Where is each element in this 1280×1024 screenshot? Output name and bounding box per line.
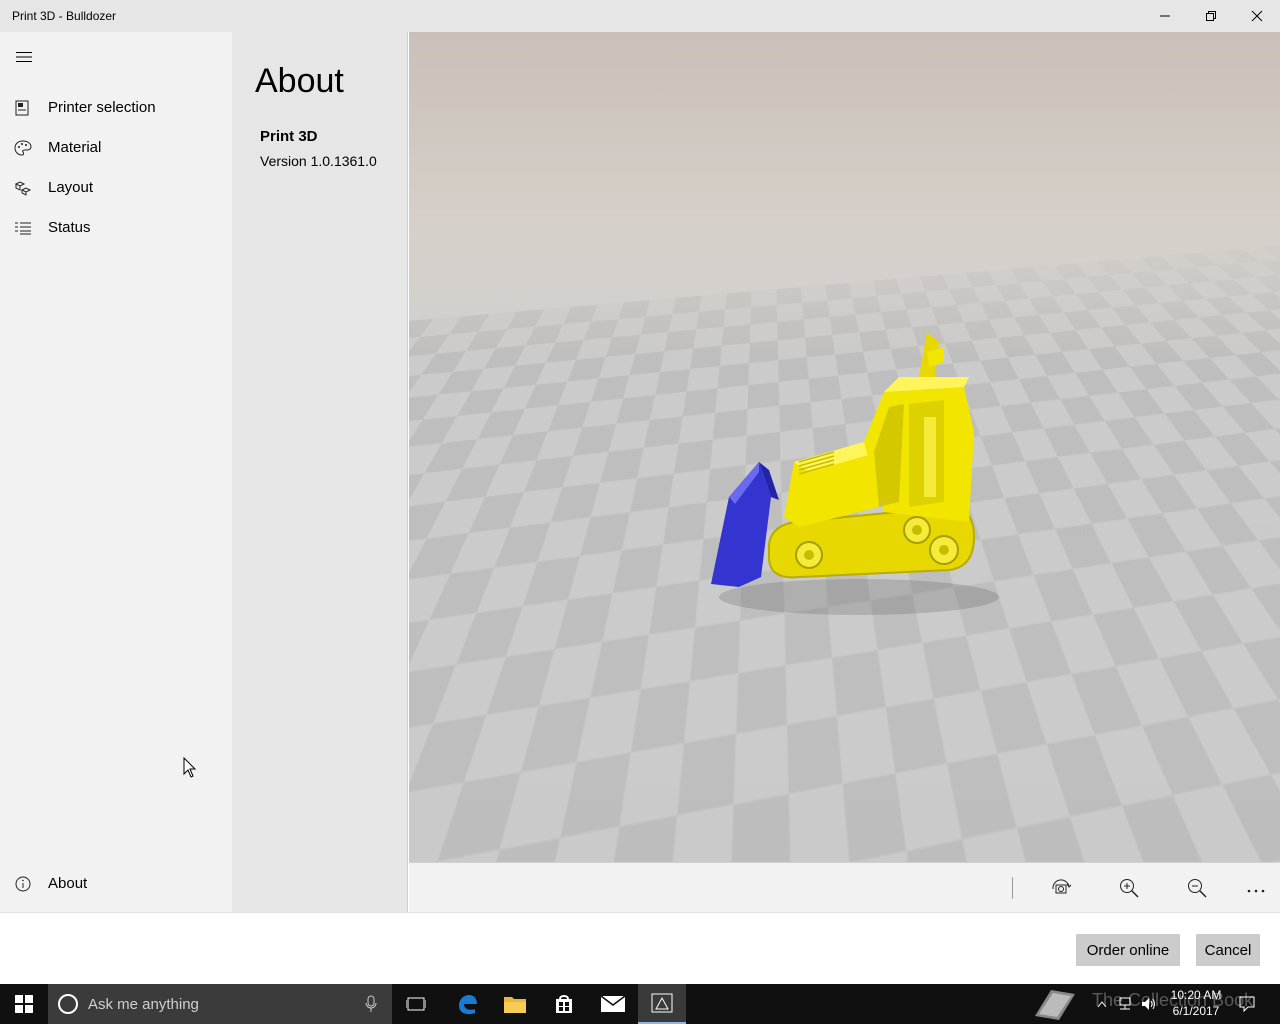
3d-viewport[interactable]: 50 mm 100 [409,32,1280,862]
nav-item-label: Printer selection [48,99,156,116]
show-hidden-icons-button[interactable] [1094,984,1110,1024]
rotate-view-button[interactable] [1043,873,1079,903]
nav-item-label: Material [48,139,102,156]
dialog-footer: Order online Cancel [0,912,1280,984]
file-explorer-button[interactable] [491,984,539,1024]
clock[interactable]: 10:20 AM 6/1/2017 [1166,987,1226,1019]
printer-icon [14,100,32,116]
clock-date: 6/1/2017 [1172,1004,1220,1018]
windows-logo-icon [15,995,33,1013]
mail-button[interactable] [589,984,637,1024]
nav-item-printer-selection[interactable]: Printer selection [0,88,232,128]
task-view-icon [406,997,426,1011]
action-center-button[interactable] [1236,984,1258,1024]
info-icon [14,876,32,892]
taskbar: Ask me anything The Collection Book 10:2… [0,984,1280,1024]
window-title: Print 3D - Bulldozer [12,9,117,23]
store-icon [556,995,572,1013]
search-box[interactable]: Ask me anything [48,984,392,1024]
viewport-toolbar [409,862,1280,912]
restore-button[interactable] [1188,0,1234,32]
about-heading: About [255,62,344,100]
search-placeholder: Ask me anything [88,996,199,1013]
task-view-button[interactable] [392,984,440,1024]
start-button[interactable] [0,984,48,1024]
edge-icon [459,995,477,1015]
app-version: Version 1.0.1361.0 [260,153,377,169]
nav-item-material[interactable]: Material [0,128,232,168]
cortana-icon [58,994,78,1014]
bulldozer-model[interactable] [699,322,999,632]
list-icon [14,220,32,236]
horizon-fade [409,32,1280,362]
notification-icon [1239,996,1255,1012]
hamburger-menu-button[interactable] [12,46,36,68]
palette-icon [14,140,32,156]
minimize-icon [1160,15,1170,17]
network-button[interactable] [1116,984,1134,1024]
edge-button[interactable] [443,984,491,1024]
mail-icon [600,995,626,1012]
tray-badge [1030,984,1080,1024]
print3d-icon [651,993,673,1013]
hamburger-icon [16,52,32,62]
file-explorer-icon [504,997,526,1013]
zoom-out-icon [1188,879,1207,898]
store-button[interactable] [540,984,588,1024]
navigation-pane: Printer selection Material Layout Status… [0,32,232,912]
more-options-button[interactable] [1238,873,1274,903]
restore-icon [1206,11,1216,21]
microphone-icon[interactable] [364,995,378,1013]
nav-item-status[interactable]: Status [0,208,232,248]
nav-item-label: Status [48,219,91,236]
mouse-cursor-icon [183,757,197,778]
nav-item-label: Layout [48,179,94,196]
network-icon [1119,997,1131,1010]
close-icon [1251,10,1263,22]
nav-item-layout[interactable]: Layout [0,168,232,208]
print3d-button[interactable] [638,984,686,1024]
layout-icon [14,180,32,196]
nav-item-about[interactable]: About [0,864,232,904]
toolbar-separator [1012,877,1013,899]
scale-label-100: 100 [1253,521,1280,540]
volume-button[interactable] [1140,984,1158,1024]
nav-item-label: About [48,875,88,892]
chevron-up-icon [1097,1001,1107,1008]
scale-label-50mm: 50 mm [1048,520,1096,541]
title-bar: Print 3D - Bulldozer [0,0,1280,32]
order-online-button[interactable]: Order online [1076,934,1180,966]
cancel-button[interactable]: Cancel [1196,934,1260,966]
more-icon [1247,889,1265,893]
zoom-out-button[interactable] [1179,873,1215,903]
volume-icon [1142,998,1155,1010]
clock-time: 10:20 AM [1170,988,1222,1002]
book-badge-icon [1035,990,1075,1020]
zoom-in-button[interactable] [1111,873,1147,903]
about-pane: About Print 3D Version 1.0.1361.0 [232,32,408,912]
rotate-view-icon [1052,879,1072,894]
minimize-button[interactable] [1142,0,1188,32]
zoom-in-icon [1120,879,1139,898]
app-name: Print 3D [260,128,318,145]
close-button[interactable] [1234,0,1280,32]
